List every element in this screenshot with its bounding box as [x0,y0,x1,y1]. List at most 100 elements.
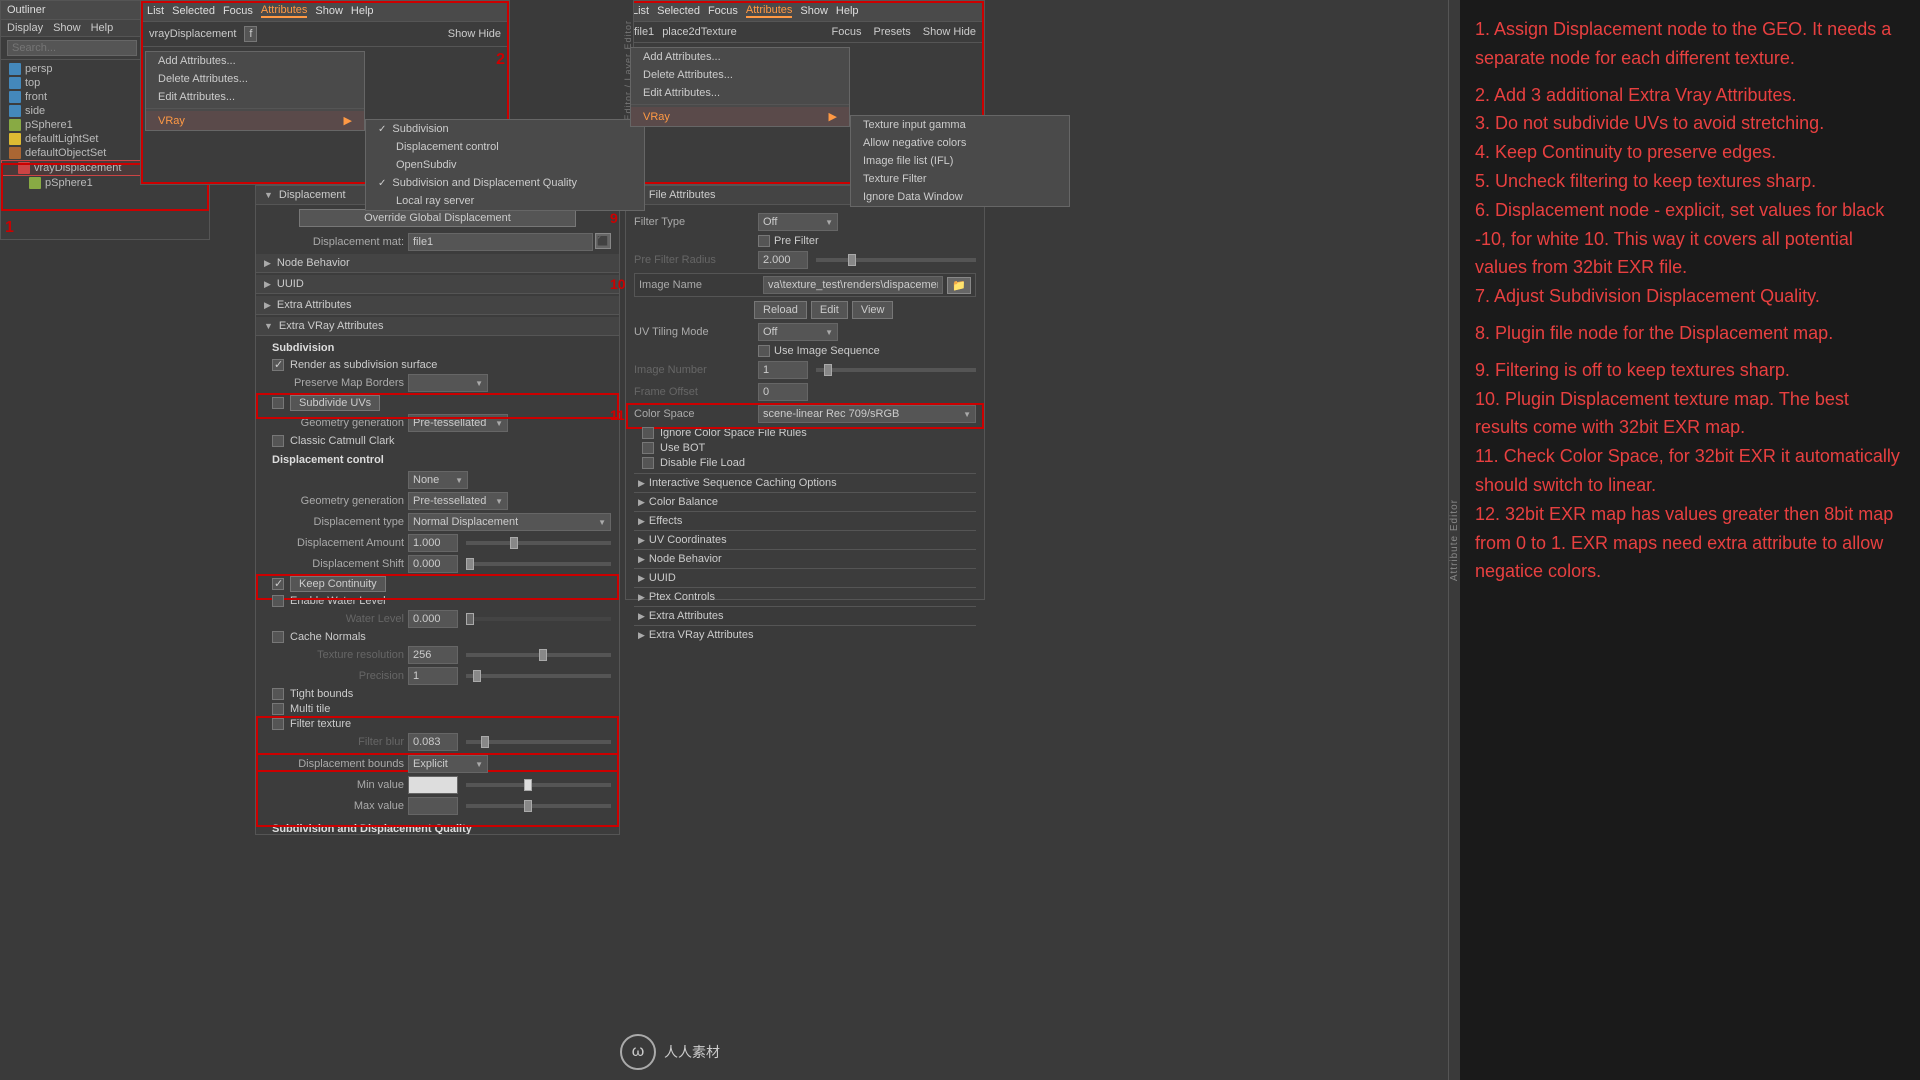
delete-attributes-item2[interactable]: Delete Attributes... [631,66,849,84]
local-ray-server-item[interactable]: Local ray server [366,192,644,210]
view-btn[interactable]: View [852,301,894,319]
extra-attributes-expand-row[interactable]: ▶ Extra Attributes [634,606,976,625]
menu-selected[interactable]: Selected [657,5,700,17]
uuid-expand-row[interactable]: ▶ UUID [634,568,976,587]
menu-show[interactable]: Show [315,5,343,17]
tight-bounds-checkbox[interactable] [272,688,284,700]
menu-show[interactable]: Show [800,5,828,17]
displacement-control-item[interactable]: Displacement control [366,138,644,156]
subdiv-quality-item[interactable]: ✓ Subdivision and Displacement Quality [366,174,644,192]
search-input[interactable] [7,40,137,56]
subdivide-uvs-btn[interactable]: Subdivide UVs [290,395,380,411]
preserve-map-dropdown[interactable]: ▼ [408,374,488,392]
disable-file-load-checkbox[interactable] [642,457,654,469]
menu-show[interactable]: Show [53,22,81,34]
color-space-dropdown[interactable]: scene-linear Rec 709/sRGB ▼ [758,405,976,423]
focus-btn[interactable]: Focus [832,26,862,38]
filter-blur-slider[interactable] [466,740,611,744]
filter-texture-checkbox[interactable] [272,718,284,730]
displacement-shift-slider[interactable] [466,562,611,566]
edit-attributes-item2[interactable]: Edit Attributes... [631,84,849,102]
render-subdivision-checkbox[interactable] [272,359,284,371]
add-attributes-item2[interactable]: Add Attributes... [631,48,849,66]
image-number-input[interactable] [758,361,808,379]
keep-continuity-btn[interactable]: Keep Continuity [290,576,386,592]
displacement-bounds-dropdown[interactable]: Explicit ▼ [408,755,488,773]
filter-type-dropdown[interactable]: Off ▼ [758,213,838,231]
menu-list[interactable]: List [632,5,649,17]
subdivision-item[interactable]: ✓ Subdivision [366,120,644,138]
keep-continuity-checkbox[interactable] [272,578,284,590]
vray-menu-item[interactable]: VRay ▶ [146,111,364,130]
menu-display[interactable]: Display [7,22,43,34]
cache-normals-checkbox[interactable] [272,631,284,643]
add-attributes-item[interactable]: Add Attributes... [146,52,364,70]
subdivide-uvs-checkbox[interactable] [272,397,284,409]
water-level-input[interactable] [408,610,458,628]
geometry-gen-dropdown[interactable]: Pre-tessellated ▼ [408,414,508,432]
extra-vray-expand-row[interactable]: ▶ Extra VRay Attributes [634,625,976,644]
vray-item2[interactable]: VRay ▶ [631,107,849,126]
menu-focus[interactable]: Focus [708,5,738,17]
delete-attributes-item[interactable]: Delete Attributes... [146,70,364,88]
color-balance-row[interactable]: ▶ Color Balance [634,492,976,511]
ignore-color-space-checkbox[interactable] [642,427,654,439]
classic-catmull-checkbox[interactable] [272,435,284,447]
extra-attributes-header[interactable]: ▶ Extra Attributes [256,296,619,315]
extra-vray-header[interactable]: ▼ Extra VRay Attributes [256,317,619,336]
none-dropdown[interactable]: None ▼ [408,471,468,489]
node-behavior-expand-row[interactable]: ▶ Node Behavior [634,549,976,568]
menu-selected[interactable]: Selected [172,5,215,17]
menu-list[interactable]: List [147,5,164,17]
multi-tile-checkbox[interactable] [272,703,284,715]
menu-help[interactable]: Help [91,22,114,34]
displacement-mat-input[interactable] [408,233,593,251]
displacement-amount-input[interactable] [408,534,458,552]
pre-filter-radius-input[interactable] [758,251,808,269]
connect-displacement-btn[interactable]: ⬛ [595,233,611,249]
menu-focus[interactable]: Focus [223,5,253,17]
precision-input[interactable] [408,667,458,685]
frame-offset-input[interactable] [758,383,808,401]
image-file-list-item[interactable]: Image file list (IFL) [851,152,1069,170]
image-number-slider[interactable] [816,368,976,372]
menu-attributes[interactable]: Attributes [261,4,307,18]
tab-f[interactable]: f [244,26,257,42]
water-level-slider[interactable] [466,617,611,621]
displacement-amount-slider[interactable] [466,541,611,545]
node-file1[interactable]: file1 [634,26,654,38]
browse-btn[interactable]: 📁 [947,277,971,294]
override-global-btn[interactable]: Override Global Displacement [299,209,577,227]
show-hide-label2[interactable]: Show Hide [923,26,976,38]
pre-filter-radius-slider[interactable] [816,258,976,262]
uv-tiling-dropdown[interactable]: Off ▼ [758,323,838,341]
filter-blur-input[interactable] [408,733,458,751]
max-value-slider[interactable] [466,804,611,808]
geometry-gen2-dropdown[interactable]: Pre-tessellated ▼ [408,492,508,510]
pre-filter-checkbox[interactable] [758,235,770,247]
presets-btn[interactable]: Presets [874,26,911,38]
use-image-seq-checkbox[interactable] [758,345,770,357]
menu-help[interactable]: Help [836,5,859,17]
image-name-input[interactable] [763,276,943,294]
precision-slider[interactable] [466,674,611,678]
menu-help[interactable]: Help [351,5,374,17]
node-behavior-header[interactable]: ▶ Node Behavior [256,254,619,273]
displacement-type-dropdown[interactable]: Normal Displacement ▼ [408,513,611,531]
opensubdiv-item[interactable]: OpenSubdiv [366,156,644,174]
use-bot-checkbox[interactable] [642,442,654,454]
enable-water-level-checkbox[interactable] [272,595,284,607]
edit-attributes-item[interactable]: Edit Attributes... [146,88,364,106]
displacement-shift-input[interactable] [408,555,458,573]
min-value-slider[interactable] [466,783,611,787]
show-hide-label[interactable]: Show Hide [448,28,501,40]
interactive-sequence-row[interactable]: ▶ Interactive Sequence Caching Options [634,473,976,492]
uuid-header[interactable]: ▶ UUID [256,275,619,294]
reload-btn[interactable]: Reload [754,301,807,319]
texture-res-input[interactable] [408,646,458,664]
max-value-input[interactable] [408,797,458,815]
menu-attributes[interactable]: Attributes [746,4,792,18]
ptex-controls-row[interactable]: ▶ Ptex Controls [634,587,976,606]
ignore-data-window-item[interactable]: Ignore Data Window [851,188,1069,206]
texture-filter-item[interactable]: Texture Filter [851,170,1069,188]
